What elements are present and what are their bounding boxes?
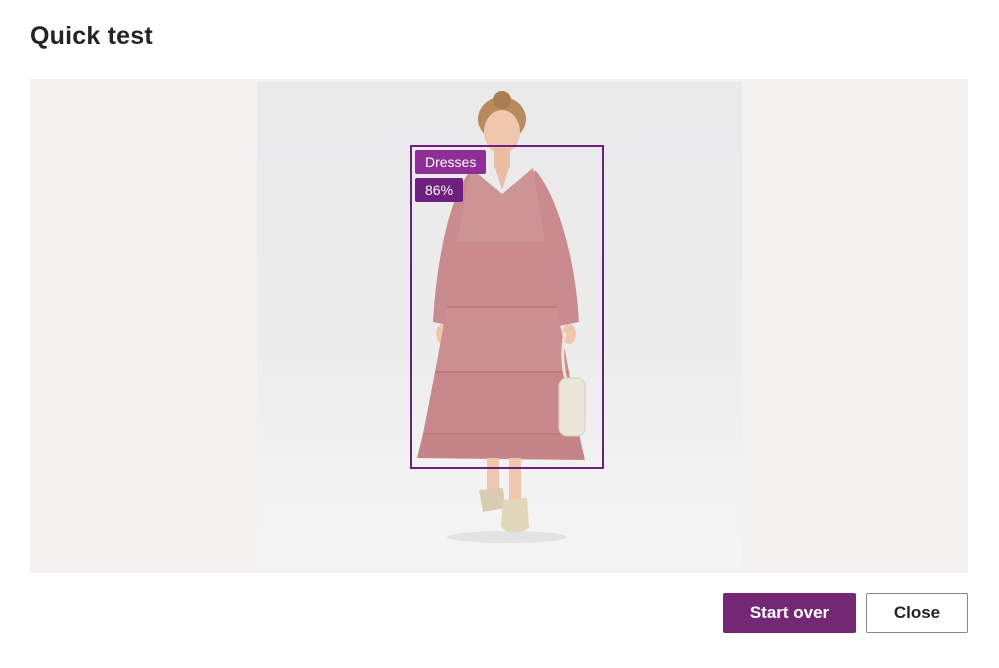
image-preview-panel: Dresses 86% (30, 79, 968, 573)
close-button[interactable]: Close (866, 593, 968, 633)
dialog-title: Quick test (30, 22, 153, 50)
start-over-button[interactable]: Start over (723, 593, 856, 633)
quick-test-dialog: Quick test Dresses 86% Start over Close (0, 0, 999, 668)
detection-label-tag: Dresses (415, 150, 487, 174)
detection-confidence-tag: 86% (415, 178, 464, 202)
